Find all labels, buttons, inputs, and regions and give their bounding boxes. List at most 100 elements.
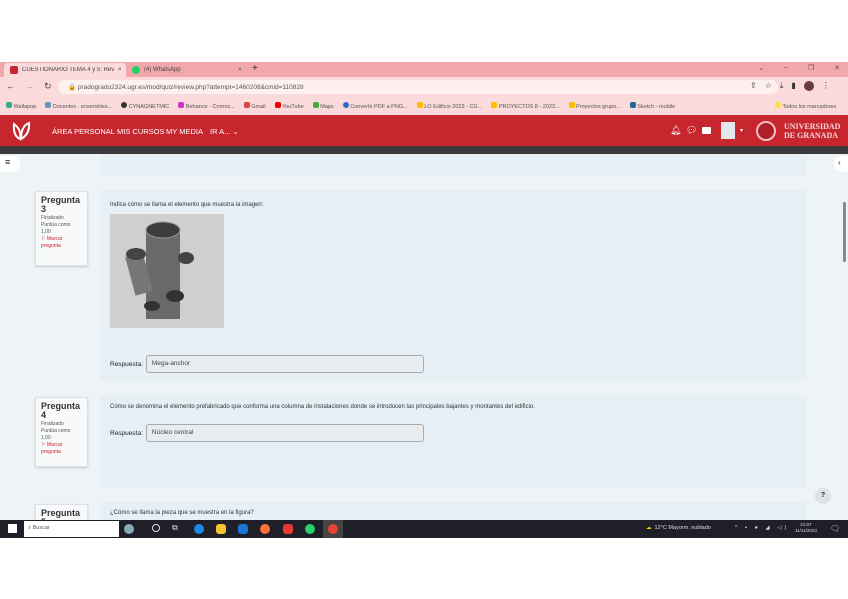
sidepanel-icon[interactable]: ▮ <box>791 81 795 91</box>
chrome-taskbar-button[interactable] <box>323 520 343 538</box>
minimize-button[interactable]: – <box>784 64 788 72</box>
store-icon[interactable] <box>238 524 248 534</box>
question-text: Cómo se denomina el elemento prefabricad… <box>110 404 535 410</box>
new-tab-button[interactable]: + <box>252 63 258 74</box>
nav-area-personal[interactable]: ÁREA PERSONAL <box>52 127 115 136</box>
prado-logo-icon[interactable] <box>10 120 32 142</box>
bookmarks-bar: Wallapop Docentes · ensembles... CYNAGNE… <box>0 97 848 115</box>
bookmark-item[interactable]: YouTube <box>274 102 304 110</box>
answer-label: Respuesta: <box>110 429 143 437</box>
ugr-favicon-icon <box>10 66 18 74</box>
user-menu-chevron-icon[interactable]: ▾ <box>740 127 743 134</box>
drawer-toggle-icon[interactable]: ≡ <box>0 156 20 172</box>
user-avatar[interactable] <box>721 122 735 139</box>
question-number: 4 <box>41 410 47 420</box>
tab-label: (4) WhatsApp <box>144 67 181 73</box>
bookmark-item[interactable]: Sketch - mobile <box>629 102 675 110</box>
bookmark-item[interactable]: Wallapop <box>6 102 36 110</box>
forward-icon[interactable]: → <box>25 81 34 92</box>
question-state: Finalizado <box>41 215 64 221</box>
help-button[interactable]: ? <box>815 488 831 504</box>
screen: CUESTIONARIO TEMA 4 y 5: Revisi... × (4)… <box>0 62 848 538</box>
close-window-button[interactable]: ✕ <box>834 64 840 72</box>
brave-icon[interactable] <box>283 524 293 534</box>
question-3-content: Indica cómo se llama el elemento que mue… <box>100 190 807 381</box>
question-number: 3 <box>41 204 47 214</box>
site-header: ÁREA PERSONAL MIS CURSOS MY MEDIA IR A..… <box>0 115 848 146</box>
windows-start-icon[interactable] <box>8 524 17 533</box>
bookmark-item[interactable]: Convertir PDF a PNG... <box>342 102 408 110</box>
answer-input[interactable]: Mega-anchor <box>145 355 424 373</box>
previous-question-box <box>100 154 807 176</box>
bell-icon[interactable]: 🔔︎ <box>670 125 681 136</box>
bookmark-item[interactable]: Gmail <box>243 102 266 110</box>
weather-widget[interactable]: ☁ 12°C Mayorm. nublado <box>646 525 711 531</box>
nav-mis-cursos[interactable]: MIS CURSOS <box>117 127 165 136</box>
question-text: Indica cómo se llama el elemento que mue… <box>110 202 264 208</box>
clock[interactable]: 21:07 11/11/2023 <box>795 522 817 534</box>
question-image-mega-anchor <box>110 214 224 328</box>
other-bookmarks[interactable]: Todos los marcadores <box>775 102 836 110</box>
question-3-info: Pregunta 3 Finalizado Puntúa como 1,00 ⚐ … <box>35 191 88 266</box>
bookmark-item[interactable]: Proyectos grupo... <box>568 102 621 110</box>
star-icon[interactable]: ☆ <box>765 81 772 91</box>
task-view-icon[interactable]: ⧉ <box>172 523 178 533</box>
restore-button[interactable]: ❐ <box>808 64 814 72</box>
whatsapp-taskbar-icon[interactable] <box>305 524 315 534</box>
reload-icon[interactable]: ↻ <box>44 81 52 92</box>
firefox-icon[interactable] <box>260 524 270 534</box>
nav-my-media[interactable]: MY MEDIA <box>166 127 203 136</box>
messages-icon[interactable] <box>702 127 711 134</box>
tab-quiz[interactable]: CUESTIONARIO TEMA 4 y 5: Revisi... × <box>4 63 126 77</box>
bookmark-item[interactable]: LO Edificio 2023 - CG... <box>416 102 482 110</box>
question-points: 1,00 <box>41 229 51 235</box>
system-tray-icons[interactable]: ^ ▪ ● ◢ ◁) <box>735 525 789 531</box>
cortana-icon[interactable] <box>152 524 160 532</box>
ugr-app-icon[interactable] <box>124 524 134 534</box>
file-explorer-icon[interactable] <box>216 524 226 534</box>
question-label: Pregunta <box>41 508 81 518</box>
bookmark-item[interactable]: Maps <box>312 102 334 110</box>
chat-icon[interactable]: 💬︎ <box>686 125 697 136</box>
back-icon[interactable]: ← <box>6 81 15 92</box>
close-tab-icon[interactable]: × <box>238 67 242 73</box>
block-drawer-toggle-icon[interactable]: ‹ <box>834 156 848 172</box>
question-label: Pregunta <box>41 195 81 205</box>
ugr-logo-text: UNIVERSIDAD DE GRANADA <box>784 122 841 140</box>
tab-search-button[interactable]: ⌄ <box>758 64 764 72</box>
answer-row: Respuesta: Mega-anchor <box>110 355 424 373</box>
url-text: pradogrado2324.ugr.es/mod/quiz/review.ph… <box>77 84 304 91</box>
nav-ir-a[interactable]: IR A... ⌄ <box>210 127 239 136</box>
question-label: Pregunta <box>41 401 81 411</box>
whatsapp-icon <box>132 66 140 74</box>
taskbar-search[interactable]: ⌕ Buscar <box>24 521 119 537</box>
question-state: Finalizado <box>41 421 64 427</box>
notifications-icon[interactable]: 🗨︎ <box>830 524 840 533</box>
scrollbar-thumb[interactable] <box>843 202 846 262</box>
question-4-content: Cómo se denomina el elemento prefabricad… <box>100 395 807 488</box>
answer-input[interactable]: Núcleo central <box>145 424 424 442</box>
flag-question-link[interactable]: ⚐ Marcar pregunta <box>41 236 62 249</box>
url-input[interactable]: 🔒 pradogrado2324.ugr.es/mod/quiz/review.… <box>58 80 778 94</box>
edge-icon[interactable] <box>194 524 204 534</box>
profile-avatar[interactable] <box>803 81 814 91</box>
share-icon[interactable]: ⇪ <box>750 81 757 91</box>
flag-question-link[interactable]: ⚐ Marcar pregunta <box>41 442 62 455</box>
menu-icon[interactable]: ⋮ <box>822 81 830 91</box>
header-shadow-bar <box>0 146 848 154</box>
close-tab-icon[interactable]: × <box>118 67 122 73</box>
bookmark-item[interactable]: CYNAGNETMIC <box>121 102 169 110</box>
chrome-icon <box>328 524 338 534</box>
tab-label: CUESTIONARIO TEMA 4 y 5: Revisi... <box>22 67 114 73</box>
answer-label: Respuesta: <box>110 360 143 368</box>
tab-whatsapp[interactable]: (4) WhatsApp × <box>126 63 244 77</box>
search-icon: ⌕ <box>28 525 32 531</box>
bookmark-item[interactable]: Docentes · ensembles... <box>45 102 112 110</box>
taskbar: ⌕ Buscar ⧉ ☁ 12°C Mayorm. nublado ^ ▪ ● ◢… <box>0 520 848 538</box>
download-icon[interactable]: ⤓ <box>780 81 784 91</box>
ugr-seal-icon <box>756 121 776 141</box>
tab-bar: CUESTIONARIO TEMA 4 y 5: Revisi... × (4)… <box>0 62 848 77</box>
bookmark-item[interactable]: PROYECTOS 8 - 2023... <box>491 102 560 110</box>
answer-row: Respuesta: Núcleo central <box>110 424 424 442</box>
bookmark-item[interactable]: Behance - Cronos... <box>178 102 235 110</box>
